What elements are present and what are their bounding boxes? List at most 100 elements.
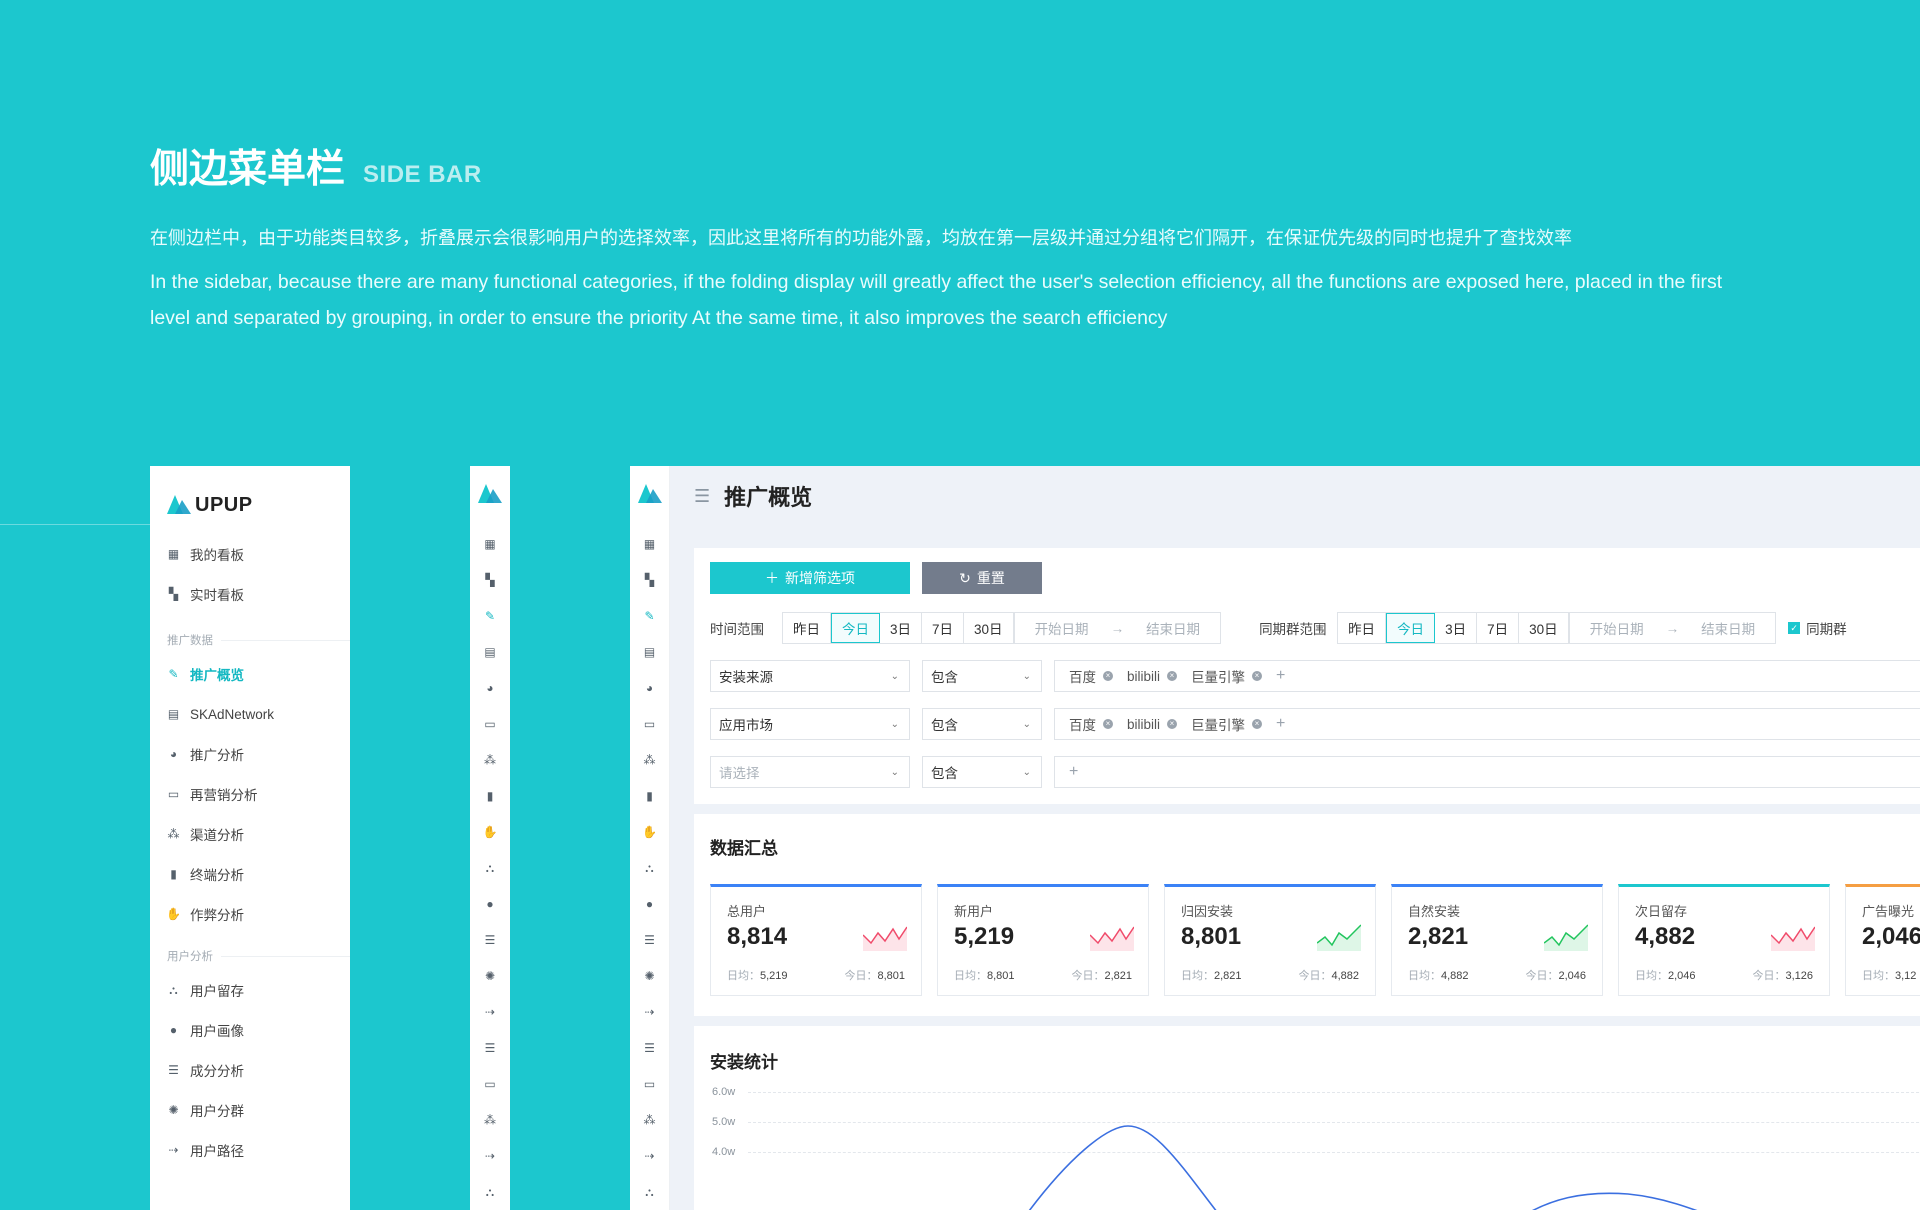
hierarchy-icon[interactable]: ⛬ — [470, 1174, 510, 1210]
sidebar-item[interactable]: ▤ SKAdNetwork — [150, 694, 350, 734]
cohort-start-date[interactable]: 开始日期 — [1590, 618, 1644, 638]
group-icon[interactable]: ✺ — [470, 958, 510, 994]
menu-toggle-icon[interactable]: ☰ — [694, 486, 710, 507]
hierarchy-icon[interactable]: ⛬ — [630, 1174, 669, 1210]
card-icon[interactable]: ▭ — [630, 706, 669, 742]
filter-row: 请选择 ⌄ 包含 ⌄ + — [710, 756, 1920, 788]
kpi-card[interactable]: 新用户 5,219 日均：8,801 今日：2,821 — [937, 884, 1149, 996]
user-icon[interactable]: ● — [630, 886, 669, 922]
date-range-picker[interactable]: 开始日期 → 结束日期 — [1014, 612, 1222, 644]
sidebar-item[interactable]: ✋ 作弊分析 — [150, 894, 350, 934]
user-list-icon[interactable]: ☰ — [470, 922, 510, 958]
hand-icon[interactable]: ✋ — [470, 814, 510, 850]
grid-icon[interactable]: ▚ — [470, 562, 510, 598]
remove-tag-icon[interactable]: × — [1103, 671, 1113, 681]
document-icon[interactable]: ▤ — [470, 634, 510, 670]
document-icon[interactable]: ▤ — [630, 634, 669, 670]
kpi-card[interactable]: 归因安装 8,801 日均：2,821 今日：4,882 — [1164, 884, 1376, 996]
hand-icon[interactable]: ✋ — [630, 814, 669, 850]
remove-tag-icon[interactable]: × — [1252, 671, 1263, 681]
sidebar-item[interactable]: ▦ 我的看板 — [150, 534, 350, 574]
period-option[interactable]: 昨日 — [783, 613, 831, 643]
group-icon[interactable]: ✺ — [630, 958, 669, 994]
filter-operator-select[interactable]: 包含 ⌄ — [922, 708, 1042, 740]
period-option[interactable]: 3日 — [880, 613, 923, 643]
period-option[interactable]: 7日 — [922, 613, 965, 643]
edit-icon[interactable]: ✎ — [630, 598, 669, 634]
period-option[interactable]: 今日 — [1386, 613, 1436, 643]
filter-tag-input[interactable]: 百度 × bilibili × 巨量引擎 × + — [1054, 660, 1920, 692]
end-date[interactable]: 结束日期 — [1146, 618, 1200, 638]
edit-icon[interactable]: ✎ — [470, 598, 510, 634]
sidebar-item[interactable]: ◕ 推广分析 — [150, 734, 350, 774]
add-tag-icon[interactable]: + — [1276, 715, 1285, 733]
user-list-icon[interactable]: ☰ — [470, 1030, 510, 1066]
sidebar-item[interactable]: ☰ 成分分析 — [150, 1050, 350, 1090]
share-icon[interactable]: ⁂ — [470, 1102, 510, 1138]
period-option[interactable]: 3日 — [1435, 613, 1478, 643]
device-icon[interactable]: ▮ — [630, 778, 669, 814]
card-icon[interactable]: ▭ — [630, 1066, 669, 1102]
remove-tag-icon[interactable]: × — [1167, 671, 1178, 681]
share-icon[interactable]: ⁂ — [630, 1102, 669, 1138]
user-icon[interactable]: ● — [470, 886, 510, 922]
filter-operator-select[interactable]: 包含 ⌄ — [922, 660, 1042, 692]
sidebar-item[interactable]: ▭ 再营销分析 — [150, 774, 350, 814]
sidebar-item[interactable]: ▚ 实时看板 — [150, 574, 350, 614]
hierarchy-icon[interactable]: ⛬ — [630, 850, 669, 886]
hierarchy-icon[interactable]: ⛬ — [470, 850, 510, 886]
add-tag-icon[interactable]: + — [1276, 667, 1285, 685]
sidebar-item[interactable]: ▮ 终端分析 — [150, 854, 350, 894]
path-icon[interactable]: ⇢ — [630, 1138, 669, 1174]
kpi-card[interactable]: 总用户 8,814 日均：5,219 今日：8,801 — [710, 884, 922, 996]
remove-tag-icon[interactable]: × — [1252, 719, 1263, 729]
share-icon[interactable]: ⁂ — [470, 742, 510, 778]
start-date[interactable]: 开始日期 — [1035, 618, 1089, 638]
kpi-card[interactable]: 自然安装 2,821 日均：4,882 今日：2,046 — [1391, 884, 1603, 996]
period-option[interactable]: 今日 — [831, 613, 880, 643]
sidebar-item[interactable]: ✺ 用户分群 — [150, 1090, 350, 1130]
remove-tag-icon[interactable]: × — [1167, 719, 1178, 729]
brand-logo[interactable]: UPUP — [150, 466, 350, 526]
period-option[interactable]: 7日 — [1477, 613, 1520, 643]
pie-icon[interactable]: ◕ — [630, 670, 669, 706]
card-icon[interactable]: ▭ — [470, 1066, 510, 1102]
filter-operator-select[interactable]: 包含 ⌄ — [922, 756, 1042, 788]
sidebar-item[interactable]: ⁂ 渠道分析 — [150, 814, 350, 854]
user-list-icon[interactable]: ☰ — [630, 922, 669, 958]
add-filter-button[interactable]: ＋ 新增筛选项 — [710, 562, 910, 594]
filter-tag-input[interactable]: 百度 × bilibili × 巨量引擎 × + — [1054, 708, 1920, 740]
brand-logo-mini[interactable] — [470, 466, 510, 526]
path-icon[interactable]: ⇢ — [630, 994, 669, 1030]
user-list-icon[interactable]: ☰ — [630, 1030, 669, 1066]
add-tag-icon[interactable]: + — [1069, 763, 1078, 781]
dashboard-icon[interactable]: ▦ — [630, 526, 669, 562]
pie-icon[interactable]: ◕ — [470, 670, 510, 706]
card-icon[interactable]: ▭ — [470, 706, 510, 742]
kpi-card[interactable]: 广告曝光 2,046 日均：3,12 — [1845, 884, 1920, 996]
sidebar-item[interactable]: ⛬ 用户留存 — [150, 970, 350, 1010]
reset-button[interactable]: ↻ 重置 — [922, 562, 1042, 594]
period-option[interactable]: 昨日 — [1338, 613, 1387, 643]
share-icon[interactable]: ⁂ — [630, 742, 669, 778]
cohort-end-date[interactable]: 结束日期 — [1701, 618, 1755, 638]
filter-field-select[interactable]: 安装来源 ⌄ — [710, 660, 910, 692]
sidebar-item[interactable]: ✎ 推广概览 — [150, 654, 350, 694]
filter-field-select[interactable]: 请选择 ⌄ — [710, 756, 910, 788]
period-option[interactable]: 30日 — [1519, 613, 1569, 643]
period-option[interactable]: 30日 — [964, 613, 1014, 643]
sidebar-item[interactable]: ● 用户画像 — [150, 1010, 350, 1050]
filter-tag-input[interactable]: + — [1054, 756, 1920, 788]
remove-tag-icon[interactable]: × — [1103, 719, 1113, 729]
sidebar-item[interactable]: ⇢ 用户路径 — [150, 1130, 350, 1170]
kpi-card[interactable]: 次日留存 4,882 日均：2,046 今日：3,126 — [1618, 884, 1830, 996]
cohort-date-range-picker[interactable]: 开始日期 → 结束日期 — [1569, 612, 1777, 644]
cohort-checkbox[interactable]: ✓ 同期群 — [1788, 618, 1847, 638]
dashboard-icon[interactable]: ▦ — [470, 526, 510, 562]
filter-field-select[interactable]: 应用市场 ⌄ — [710, 708, 910, 740]
grid-icon[interactable]: ▚ — [630, 562, 669, 598]
path-icon[interactable]: ⇢ — [470, 994, 510, 1030]
path-icon[interactable]: ⇢ — [470, 1138, 510, 1174]
brand-logo-mini[interactable] — [630, 466, 669, 526]
device-icon[interactable]: ▮ — [470, 778, 510, 814]
